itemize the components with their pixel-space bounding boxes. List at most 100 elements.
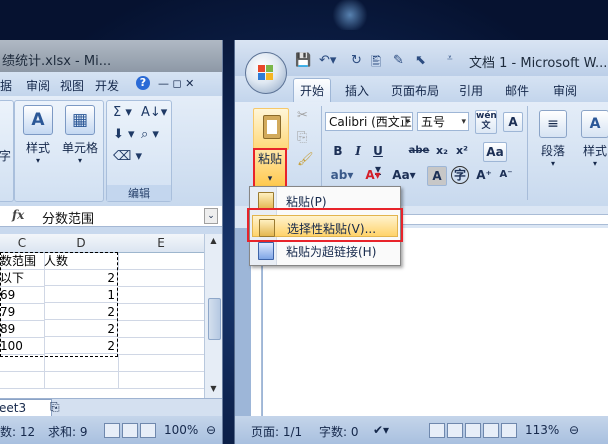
subscript-icon[interactable]: x₂	[433, 142, 451, 160]
grow-font-icon[interactable]: A⁺	[475, 166, 493, 184]
tab-view[interactable]: 视图	[60, 77, 84, 94]
superscript-icon[interactable]: x²	[453, 142, 471, 160]
bold-icon[interactable]: B	[329, 142, 347, 160]
font-name-box[interactable]: Calibri (西文正 ▾	[325, 112, 413, 131]
strikethrough-icon[interactable]: abe	[407, 142, 431, 160]
cell-e3[interactable]	[118, 287, 205, 304]
sort-filter-icon[interactable]: A↓▾	[141, 105, 167, 120]
char-border-icon[interactable]: A	[503, 112, 523, 132]
cell-d7[interactable]	[44, 355, 119, 372]
italic-icon[interactable]: I	[349, 142, 367, 160]
draw-icon[interactable]: ✎	[393, 53, 404, 68]
proofing-icon[interactable]: ✔▾	[373, 423, 389, 437]
scroll-thumb[interactable]	[208, 298, 221, 340]
tab-review[interactable]: 审阅	[553, 82, 577, 99]
formula-expand-icon[interactable]: ⌄	[204, 208, 218, 224]
status-zoom[interactable]: 100%	[164, 423, 198, 437]
menu-item-paste[interactable]: 粘贴(P)	[252, 189, 398, 211]
vertical-scrollbar[interactable]: ▲ ▼	[204, 234, 222, 406]
paragraph-button[interactable]: ≡ 段落 ▾	[535, 110, 571, 168]
menu-item-paste-special[interactable]: 选择性粘贴(V)...	[252, 215, 398, 237]
status-words[interactable]: 字数: 0	[319, 423, 359, 440]
select-icon[interactable]: ⬉	[415, 53, 426, 68]
styles-button[interactable]: A 样式 ▾	[577, 110, 608, 168]
change-case-aa-icon[interactable]: Aa▾	[391, 166, 417, 184]
page-break-view-icon[interactable]	[140, 423, 156, 438]
fill-icon[interactable]: ⬇ ▾	[113, 127, 135, 142]
cell-c8[interactable]	[0, 372, 45, 389]
cell-e5[interactable]	[118, 321, 205, 338]
cell-e1[interactable]	[118, 253, 205, 270]
highlight-icon[interactable]: ab▾	[329, 166, 355, 184]
autosum-icon[interactable]: Σ ▾	[113, 105, 132, 120]
paste-button[interactable]	[253, 108, 289, 150]
normal-view-icon[interactable]	[104, 423, 120, 438]
scroll-up-icon[interactable]: ▲	[208, 236, 219, 247]
cell-e6[interactable]	[118, 338, 205, 355]
find-select-icon[interactable]: ⌕ ▾	[141, 127, 159, 142]
cells-button[interactable]: ▦ 单元格 ▾	[59, 105, 101, 165]
zoom-out-icon[interactable]: ⊖	[206, 423, 216, 437]
tab-data[interactable]: 据	[0, 77, 12, 94]
web-layout-view-icon[interactable]	[465, 423, 481, 438]
print-preview-icon[interactable]: 🖺	[371, 53, 381, 75]
insert-sheet-icon[interactable]: ⎘	[50, 400, 60, 415]
excel-ribbon: 字 A 样式 ▾ ▦ 单元格 ▾ Σ ▾ A↓▾ ⬇ ▾ ⌕ ▾ ⌫ ▾ 编辑	[0, 96, 222, 207]
styles-button[interactable]: A 样式 ▾	[19, 105, 57, 165]
qat-customize-icon[interactable]: ⩡	[447, 53, 453, 64]
phonetic-guide-button[interactable]: wén 文	[475, 110, 497, 134]
print-layout-view-icon[interactable]	[429, 423, 445, 438]
sheet-tab[interactable]: eet3	[0, 399, 52, 417]
partial-label: 字	[0, 149, 12, 163]
fullscreen-reading-view-icon[interactable]	[447, 423, 463, 438]
font-size-box[interactable]: 五号 ▾	[417, 112, 469, 131]
font-name-dropdown-icon[interactable]: ▾	[405, 113, 410, 132]
cell-e2[interactable]	[118, 270, 205, 287]
scroll-down-icon[interactable]: ▼	[208, 384, 219, 395]
draft-view-icon[interactable]	[501, 423, 517, 438]
column-header-c[interactable]: C	[0, 234, 45, 253]
tab-mailings[interactable]: 邮件	[505, 82, 529, 99]
tab-developer[interactable]: 开发	[95, 77, 119, 94]
help-icon[interactable]: ?	[136, 76, 150, 90]
tab-insert[interactable]: 插入	[345, 82, 369, 99]
undo-icon[interactable]: ↶▾	[319, 53, 336, 68]
fx-icon[interactable]: fx	[12, 208, 24, 222]
minimize-ribbon-icon[interactable]: — ◻ ✕	[158, 77, 194, 90]
tab-review[interactable]: 审阅	[26, 77, 50, 94]
enclose-char-icon[interactable]: 字	[451, 166, 469, 184]
outline-view-icon[interactable]	[483, 423, 499, 438]
cell-d8[interactable]	[44, 372, 119, 389]
page-layout-view-icon[interactable]	[122, 423, 138, 438]
shrink-font-icon[interactable]: A⁻	[497, 166, 515, 184]
font-color-icon[interactable]: A▾	[361, 166, 385, 184]
paste-dropdown-button[interactable]: 粘贴 ▾	[253, 148, 287, 190]
font-name-value: Calibri (西文正	[329, 115, 412, 129]
char-shading-icon[interactable]: A	[427, 166, 447, 186]
zoom-out-icon[interactable]: ⊖	[569, 423, 579, 437]
tab-page-layout[interactable]: 页面布局	[391, 82, 439, 99]
status-zoom[interactable]: 113%	[525, 423, 559, 437]
copy-icon[interactable]: ⎘	[297, 130, 317, 152]
tab-references[interactable]: 引用	[459, 82, 483, 99]
font-size-dropdown-icon[interactable]: ▾	[461, 113, 466, 132]
cell-c7[interactable]	[0, 355, 45, 372]
format-painter-icon[interactable]: 🖌	[297, 152, 317, 174]
clear-icon[interactable]: ⌫ ▾	[113, 149, 142, 164]
formula-input[interactable]: 分数范围	[42, 208, 94, 227]
cell-e8[interactable]	[118, 372, 205, 389]
save-icon[interactable]: 💾	[295, 53, 311, 68]
menu-item-paste-hyperlink[interactable]: 粘贴为超链接(H)	[252, 239, 398, 261]
column-header-d[interactable]: D	[44, 234, 119, 253]
redo-icon[interactable]: ↻	[351, 53, 362, 68]
office-button[interactable]	[245, 52, 287, 94]
status-page[interactable]: 页面: 1/1	[251, 423, 302, 440]
sheet-grid[interactable]: C D E 数范围 人数 以下 2 69 1 79 2 89 2 100 2	[0, 234, 205, 406]
change-case-icon[interactable]: Aa	[483, 142, 507, 162]
cut-icon[interactable]: ✂	[297, 108, 317, 130]
cell-e4[interactable]	[118, 304, 205, 321]
cell-e7[interactable]	[118, 355, 205, 372]
tab-home[interactable]: 开始	[293, 78, 332, 102]
underline-icon[interactable]: U ▾	[369, 142, 387, 176]
column-header-e[interactable]: E	[118, 234, 205, 253]
